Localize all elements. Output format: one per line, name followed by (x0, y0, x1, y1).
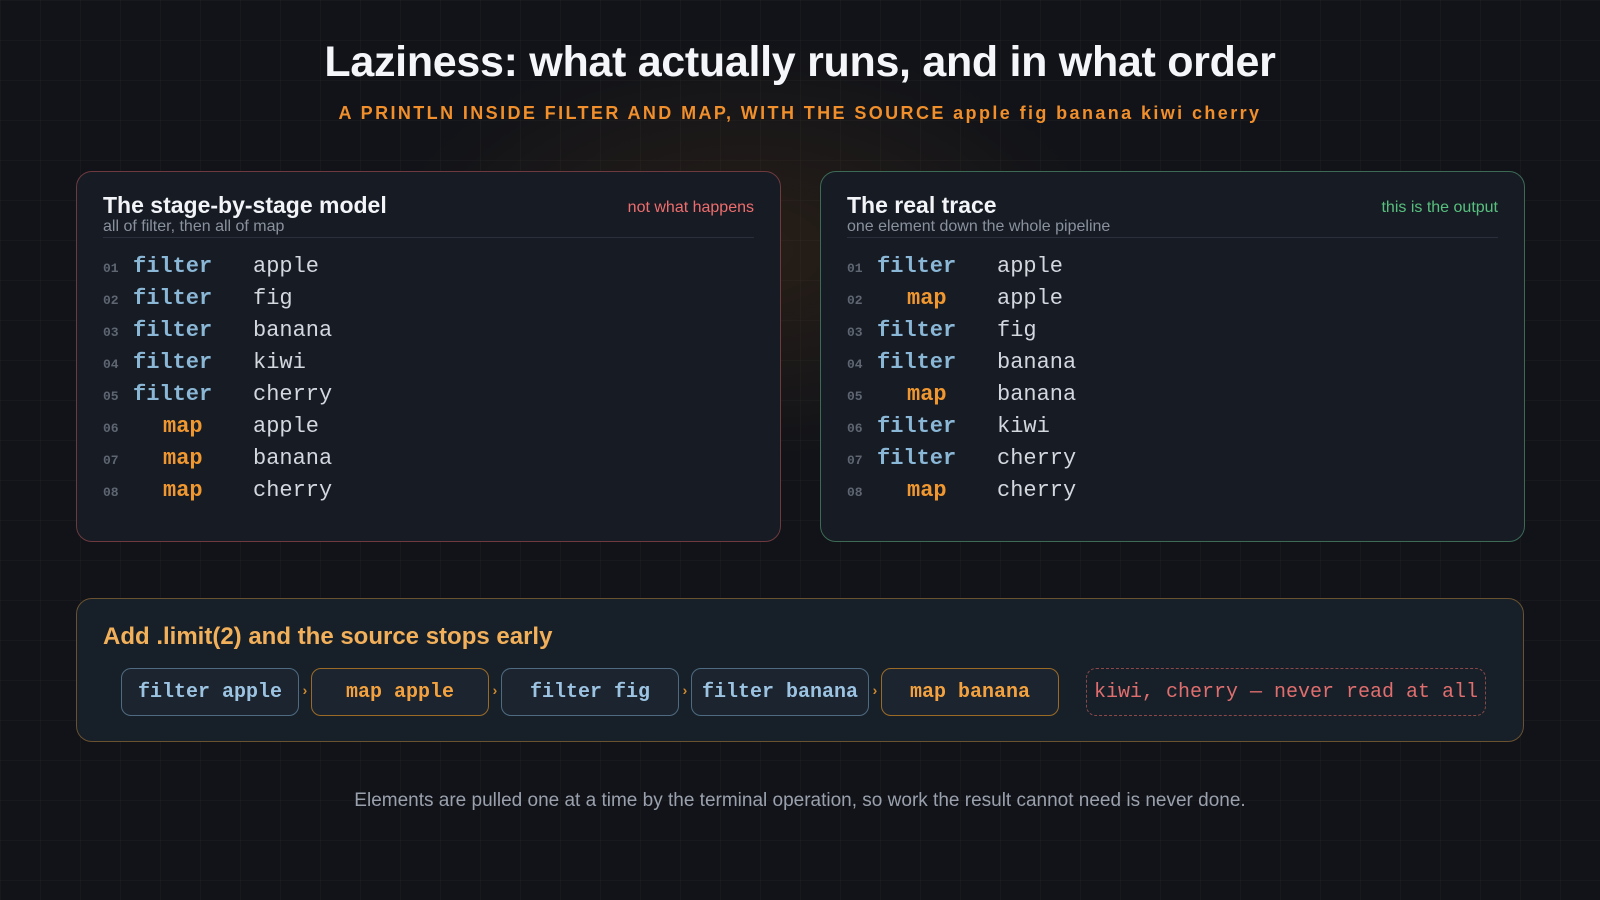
trace-line: 08 map cherry (847, 474, 1498, 506)
element-value: banana (253, 445, 333, 471)
limit-panel: Add .limit(2) and the source stops early… (76, 598, 1524, 742)
map-op-label: map (907, 477, 947, 503)
line-number: 02 (847, 292, 863, 308)
trace-line: 05 map banana (847, 378, 1498, 410)
page-title: Laziness: what actually runs, and in wha… (324, 38, 1276, 86)
pipeline-arrow-icon: › (492, 682, 498, 698)
element-value: banana (997, 349, 1077, 375)
trace-panel-header: The real trace one element down the whol… (847, 192, 1498, 238)
line-number: 03 (103, 324, 119, 340)
line-number: 02 (103, 292, 119, 308)
limit-panel-title: Add .limit(2) and the source stops early (103, 623, 553, 650)
filter-op-label: filter (877, 349, 957, 375)
trace-line: 03 filter fig (847, 314, 1498, 346)
trace-line: 02 map apple (847, 282, 1498, 314)
footer-note: Elements are pulled one at a time by the… (354, 790, 1246, 811)
filter-op-label: filter (877, 413, 957, 439)
never-read-chip: kiwi, cherry — never read at all (1086, 668, 1486, 716)
model-panel-title: The stage-by-stage model (103, 192, 387, 218)
trace-line: 01 filter apple (847, 250, 1498, 282)
line-number: 07 (847, 452, 863, 468)
element-value: kiwi (997, 413, 1050, 439)
pipeline-arrow-icon: › (302, 682, 308, 698)
line-number: 06 (103, 420, 119, 436)
line-number: 05 (103, 388, 119, 404)
line-number: 04 (847, 356, 863, 372)
element-value: banana (997, 381, 1077, 407)
page-subtitle: A PRINTLN INSIDE FILTER AND MAP, WITH TH… (338, 103, 1262, 123)
trace-line: 05 filter cherry (103, 378, 754, 410)
line-number: 01 (103, 260, 119, 276)
line-number: 04 (103, 356, 119, 372)
trace-line: 07 filter cherry (847, 442, 1498, 474)
element-value: apple (253, 253, 320, 279)
element-value: fig (253, 285, 293, 311)
trace-rows: 01 filter apple 02 map apple 03 filter fig 04 filt… (847, 250, 1498, 506)
trace-line: 02 filter fig (103, 282, 754, 314)
trace-line: 04 filter kiwi (103, 346, 754, 378)
line-number: 05 (847, 388, 863, 404)
element-value: cherry (253, 381, 333, 407)
pipeline-step-map: map apple (311, 668, 489, 716)
trace-line: 04 filter banana (847, 346, 1498, 378)
element-value: fig (997, 317, 1037, 343)
element-value: cherry (997, 477, 1077, 503)
map-op-label: map (907, 285, 947, 311)
trace-panel-badge: this is the output (1381, 199, 1498, 216)
model-panel-badge: not what happens (627, 199, 754, 216)
pipeline-arrow-icon: › (682, 682, 688, 698)
element-value: cherry (997, 445, 1077, 471)
trace-line: 03 filter banana (103, 314, 754, 346)
line-number: 01 (847, 260, 863, 276)
trace-panel: The real trace one element down the whol… (820, 171, 1525, 542)
line-number: 07 (103, 452, 119, 468)
element-value: kiwi (253, 349, 306, 375)
line-number: 03 (847, 324, 863, 340)
limit-pipeline: kiwi, cherry — never read at all filter … (121, 668, 1491, 718)
trace-line: 01 filter apple (103, 250, 754, 282)
pipeline-step-filter: filter fig (501, 668, 679, 716)
line-number: 08 (103, 484, 119, 500)
trace-panel-title: The real trace (847, 192, 997, 218)
line-number: 08 (847, 484, 863, 500)
filter-op-label: filter (133, 349, 213, 375)
model-panel-subtitle: all of filter, then all of map (103, 217, 285, 235)
element-value: apple (253, 413, 320, 439)
filter-op-label: filter (133, 253, 213, 279)
map-op-label: map (163, 445, 203, 471)
filter-op-label: filter (877, 445, 957, 471)
pipeline-step-map: map banana (881, 668, 1059, 716)
element-value: apple (997, 285, 1064, 311)
map-op-label: map (163, 477, 203, 503)
filter-op-label: filter (877, 253, 957, 279)
element-value: apple (997, 253, 1064, 279)
filter-op-label: filter (133, 285, 213, 311)
trace-line: 06 map apple (103, 410, 754, 442)
model-rows: 01 filter apple 02 filter fig 03 filter banana 04… (103, 250, 754, 506)
trace-line: 06 filter kiwi (847, 410, 1498, 442)
pipeline-step-filter: filter apple (121, 668, 299, 716)
model-panel: The stage-by-stage model all of filter, … (76, 171, 781, 542)
filter-op-label: filter (877, 317, 957, 343)
trace-panel-subtitle: one element down the whole pipeline (847, 217, 1111, 235)
line-number: 06 (847, 420, 863, 436)
element-value: banana (253, 317, 333, 343)
map-op-label: map (163, 413, 203, 439)
trace-line: 07 map banana (103, 442, 754, 474)
filter-op-label: filter (133, 317, 213, 343)
pipeline-arrow-icon: › (872, 682, 878, 698)
filter-op-label: filter (133, 381, 213, 407)
model-panel-header: The stage-by-stage model all of filter, … (103, 192, 754, 238)
trace-line: 08 map cherry (103, 474, 754, 506)
map-op-label: map (907, 381, 947, 407)
pipeline-step-filter: filter banana (691, 668, 869, 716)
element-value: cherry (253, 477, 333, 503)
